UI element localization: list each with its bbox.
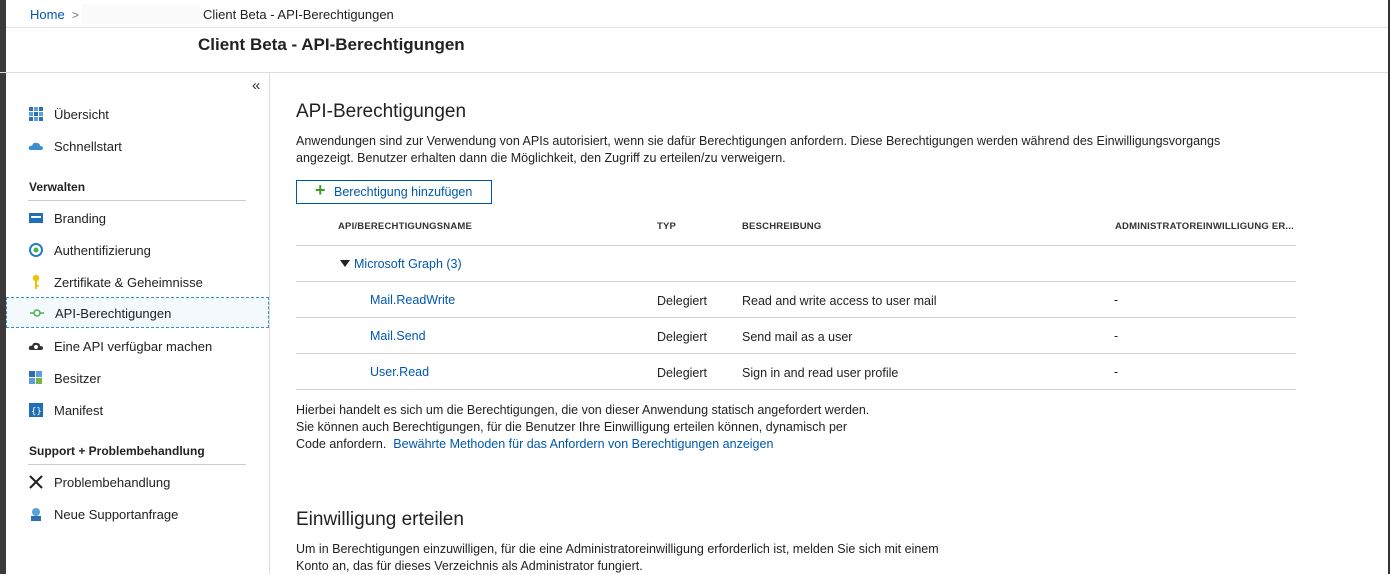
branding-icon xyxy=(29,213,43,223)
divider xyxy=(28,200,246,201)
sidebar-item-label: Schnellstart xyxy=(54,139,122,154)
authentication-icon xyxy=(29,243,43,257)
admin-consent-value: - xyxy=(1114,365,1119,379)
table-divider xyxy=(296,281,1296,282)
table-divider xyxy=(296,245,1296,246)
table-divider xyxy=(296,317,1296,318)
permission-type: Delegiert xyxy=(657,330,708,344)
tools-icon xyxy=(29,475,43,489)
key-icon xyxy=(32,274,40,289)
permission-description: Sign in and read user profile xyxy=(742,366,899,380)
note-text-line3: Code anfordern. Bewährte Methoden für da… xyxy=(296,436,773,453)
sidebar-item-label: Branding xyxy=(54,211,107,226)
note-text-line2: Sie können auch Berechtigungen, für die … xyxy=(296,420,848,434)
sidebar-item-authentication[interactable]: Authentifizierung xyxy=(6,235,269,265)
sidebar-item-overview[interactable]: Übersicht xyxy=(6,99,269,129)
sidebar-item-label: Neue Supportanfrage xyxy=(54,507,179,522)
sidebar-item-owners[interactable]: Besitzer xyxy=(6,363,269,393)
plus-icon: + xyxy=(315,180,326,200)
grid-icon xyxy=(29,107,43,121)
sidebar-item-label: Problembehandlung xyxy=(54,475,171,490)
api-permissions-icon xyxy=(30,309,44,317)
intro-text-line2: angezeigt. Benutzer erhalten dann die Mö… xyxy=(296,151,786,165)
permission-link[interactable]: Mail.ReadWrite xyxy=(370,293,455,307)
sidebar-item-label: Authentifizierung xyxy=(54,243,151,258)
page-title: Client Beta - API-Berechtigungen xyxy=(198,35,465,54)
permission-link[interactable]: User.Read xyxy=(370,365,429,379)
caret-down-icon xyxy=(340,260,350,267)
add-permission-button[interactable]: + Berechtigung hinzufügen xyxy=(296,180,492,204)
sidebar-item-label: API-Berechtigungen xyxy=(55,306,172,321)
sidebar-item-branding[interactable]: Branding xyxy=(6,203,269,233)
sidebar-item-label: Übersicht xyxy=(54,107,109,122)
api-group-label: Microsoft Graph (3) xyxy=(354,257,462,271)
owners-icon xyxy=(29,371,42,384)
section-title: API-Berechtigungen xyxy=(296,101,467,122)
cloud-gear-icon xyxy=(28,342,43,350)
manifest-icon: {} xyxy=(29,403,43,417)
sidebar-item-label: Manifest xyxy=(54,403,104,418)
permission-description: Read and write access to user mail xyxy=(742,294,937,308)
collapse-sidebar-button[interactable]: « xyxy=(252,77,260,94)
add-permission-label: Berechtigung hinzufügen xyxy=(334,185,473,199)
sidebar-item-manifest[interactable]: {} Manifest xyxy=(6,395,269,425)
permission-type: Delegiert xyxy=(657,294,708,308)
sidebar-item-api-permissions[interactable]: API-Berechtigungen xyxy=(6,297,269,328)
permission-description: Send mail as a user xyxy=(742,330,853,344)
consent-text-line2: Konto an, das für dieses Verzeichnis als… xyxy=(296,559,643,573)
column-header-type[interactable]: TYP xyxy=(657,221,676,232)
note-text-line1: Hierbei handelt es sich um die Berechtig… xyxy=(296,403,870,417)
admin-consent-value: - xyxy=(1114,293,1119,307)
breadcrumb-current: Client Beta - API-Berechtigungen xyxy=(203,7,394,22)
breadcrumb-separator: > xyxy=(72,8,80,22)
best-practices-link[interactable]: Bewährte Methoden für das Anfordern von … xyxy=(393,437,773,451)
support-icon xyxy=(31,508,41,521)
sidebar-item-quickstart[interactable]: Schnellstart xyxy=(6,131,269,161)
note-text-line3-label: Code anfordern. xyxy=(296,437,387,451)
intro-text-line1: Anwendungen sind zur Verwendung von APIs… xyxy=(296,134,1221,148)
sidebar-item-troubleshooting[interactable]: Problembehandlung xyxy=(6,467,269,497)
table-divider xyxy=(296,389,1296,390)
admin-consent-value: - xyxy=(1114,329,1119,343)
sidebar-item-certificates[interactable]: Zertifikate & Geheimnisse xyxy=(6,267,269,297)
permission-link[interactable]: Mail.Send xyxy=(370,329,426,343)
sidebar-item-label: Zertifikate & Geheimnisse xyxy=(54,275,203,290)
column-header-name[interactable]: API/BERECHTIGUNGSNAME xyxy=(338,221,472,232)
breadcrumb-redacted xyxy=(82,4,200,24)
sidebar-item-expose-api[interactable]: Eine API verfügbar machen xyxy=(6,331,269,361)
svg-text:{}: {} xyxy=(31,407,42,417)
table-divider xyxy=(296,353,1296,354)
permission-type: Delegiert xyxy=(657,366,708,380)
divider xyxy=(28,464,246,465)
sidebar-item-new-support-request[interactable]: Neue Supportanfrage xyxy=(6,499,269,529)
page-header: Client Beta - API-Berechtigungen xyxy=(0,28,1390,73)
sidebar: « Übersicht Schnellstart Verwalten Brand… xyxy=(6,73,270,574)
section-heading-support: Support + Problembehandlung xyxy=(29,444,205,458)
breadcrumb: Home > Client Beta - API-Berechtigungen xyxy=(0,0,1390,28)
breadcrumb-home-link[interactable]: Home xyxy=(30,7,65,22)
cloud-icon xyxy=(28,142,43,150)
consent-section-title: Einwilligung erteilen xyxy=(296,509,464,530)
column-header-description[interactable]: BESCHREIBUNG xyxy=(742,221,821,232)
column-header-admin-consent[interactable]: ADMINISTRATOREINWILLIGUNG ER... xyxy=(1115,221,1294,232)
section-heading-manage: Verwalten xyxy=(29,180,86,194)
consent-text-line1: Um in Berechtigungen einzuwilligen, für … xyxy=(296,542,939,556)
sidebar-item-label: Besitzer xyxy=(54,371,101,386)
sidebar-item-label: Eine API verfügbar machen xyxy=(54,339,213,354)
